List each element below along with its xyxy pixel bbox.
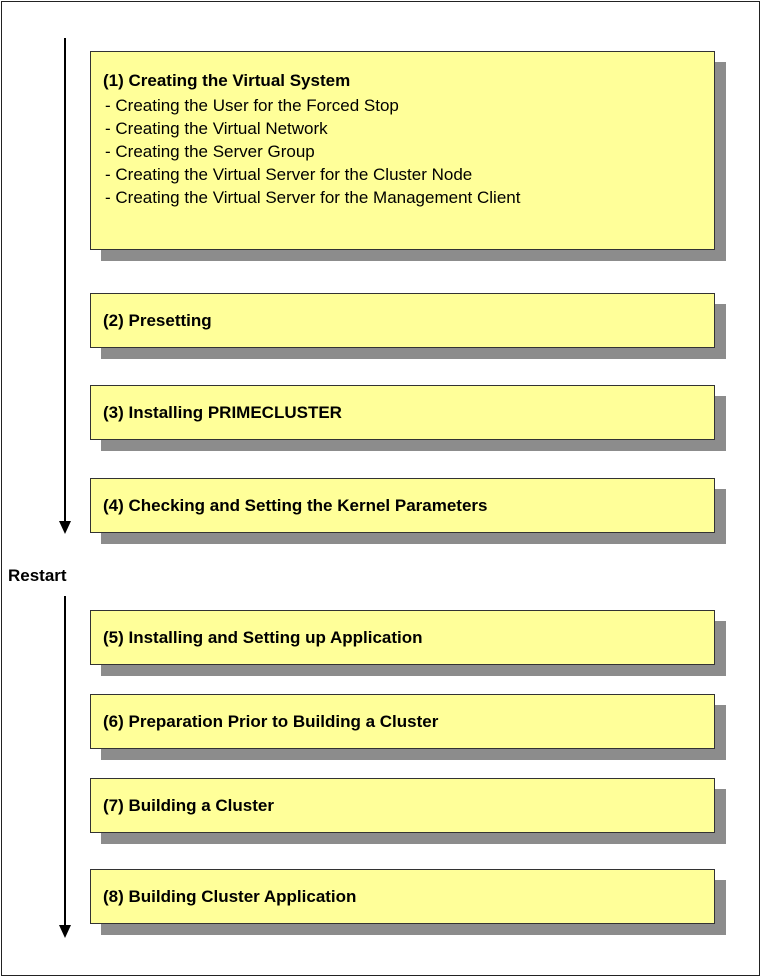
step-5-title: (5) Installing and Setting up Applicatio… [103,627,423,647]
step-3-installing-primecluster: (3) Installing PRIMECLUSTER [90,385,726,451]
step-1-substep: - Creating the Virtual Server for the Cl… [105,165,473,184]
step-5-box: (5) Installing and Setting up Applicatio… [90,610,715,665]
step-1-box: (1) Creating the Virtual System - Creati… [90,51,715,250]
step-8-building-cluster-application: (8) Building Cluster Application [90,869,726,935]
flow-arrow-line-phase-2 [64,596,66,927]
step-6-preparation: (6) Preparation Prior to Building a Clus… [90,694,726,760]
step-1-substep: - Creating the User for the Forced Stop [105,96,399,115]
step-1-substep: - Creating the Virtual Server for the Ma… [105,188,521,207]
step-2-title: (2) Presetting [103,310,212,330]
step-1-creating-virtual-system: (1) Creating the Virtual System - Creati… [90,51,726,261]
flow-arrow-head-phase-1 [59,521,71,534]
restart-label: Restart [8,566,67,585]
step-5-installing-application: (5) Installing and Setting up Applicatio… [90,610,726,676]
step-3-box: (3) Installing PRIMECLUSTER [90,385,715,440]
step-6-box: (6) Preparation Prior to Building a Clus… [90,694,715,749]
step-8-box: (8) Building Cluster Application [90,869,715,924]
step-3-title: (3) Installing PRIMECLUSTER [103,402,342,422]
step-1-substep: - Creating the Virtual Network [105,119,328,138]
step-7-building-cluster: (7) Building a Cluster [90,778,726,844]
step-7-title: (7) Building a Cluster [103,795,274,815]
flow-arrow-line-phase-1 [64,38,66,523]
step-2-presetting: (2) Presetting [90,293,726,359]
step-4-kernel-parameters: (4) Checking and Setting the Kernel Para… [90,478,726,544]
step-8-title: (8) Building Cluster Application [103,886,357,906]
step-7-box: (7) Building a Cluster [90,778,715,833]
step-1-substeps: - Creating the User for the Forced Stop … [105,94,520,209]
flow-arrow-head-phase-2 [59,925,71,938]
step-4-title: (4) Checking and Setting the Kernel Para… [103,495,488,515]
step-6-title: (6) Preparation Prior to Building a Clus… [103,711,439,731]
step-2-box: (2) Presetting [90,293,715,348]
step-1-substep: - Creating the Server Group [105,142,315,161]
step-1-title: (1) Creating the Virtual System [103,71,351,90]
step-4-box: (4) Checking and Setting the Kernel Para… [90,478,715,533]
